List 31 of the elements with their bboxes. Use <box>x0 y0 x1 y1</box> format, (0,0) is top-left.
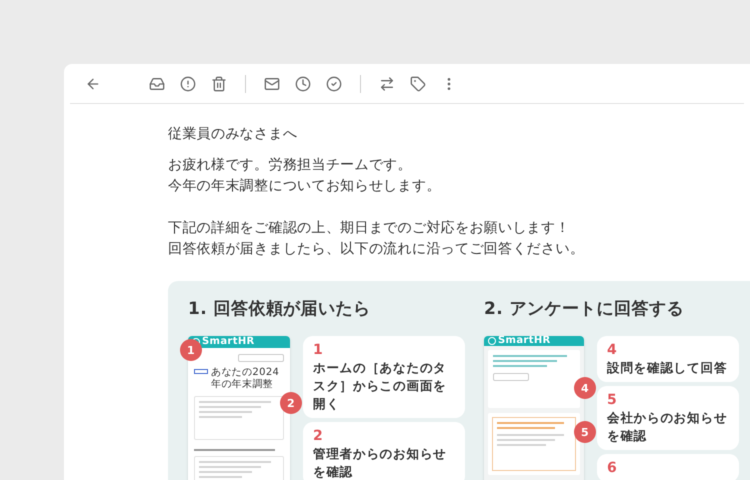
step-number: 2 <box>313 427 324 445</box>
step-badge: 4 <box>574 377 596 399</box>
account-button-drawing <box>238 354 284 362</box>
step-badge: 2 <box>280 392 302 414</box>
step-badge: 1 <box>180 339 202 361</box>
step-text: ホームの［あなたのタスク］からこの画面を開く <box>313 359 448 413</box>
step-number: 5 <box>607 391 618 409</box>
body-text: お疲れ様です。労務担当チームです。 <box>168 156 413 175</box>
section-heading: 1. 回答依頼が届いたら <box>188 301 372 318</box>
delete-icon[interactable] <box>210 74 228 92</box>
step-text: 設問を確認して回答 <box>607 359 728 377</box>
check-circle-icon[interactable] <box>325 74 343 92</box>
status-tag-drawing <box>194 369 208 374</box>
tag-icon[interactable] <box>409 74 427 92</box>
section-heading: 2. アンケートに回答する <box>484 301 685 318</box>
body-text: 回答依頼が届きましたら、以下の流れに沿ってご回答ください。 <box>168 240 586 259</box>
swap-arrows-icon[interactable] <box>378 74 396 92</box>
alert-icon[interactable] <box>179 74 197 92</box>
clock-icon[interactable] <box>294 74 312 92</box>
step-number: 4 <box>607 341 618 359</box>
body-text: 今年の年末調整についてお知らせします。 <box>168 177 442 196</box>
greeting-text: 従業員のみなさまへ <box>168 125 298 144</box>
step-number: 6 <box>607 459 618 477</box>
body-text: 下記の詳細をご確認の上、期日までのご対応をお願いします！ <box>168 219 571 238</box>
step-text: 管理者からのお知らせを確認 <box>313 445 448 480</box>
app-logo: SmartHR <box>202 337 255 347</box>
step-badge: 5 <box>574 421 596 443</box>
step-text: 会社からのお知らせを確認 <box>607 409 728 445</box>
step-number: 1 <box>313 341 324 359</box>
logo-icon <box>488 337 496 345</box>
task-title: あなたの2024年の年末調整 <box>211 367 280 391</box>
